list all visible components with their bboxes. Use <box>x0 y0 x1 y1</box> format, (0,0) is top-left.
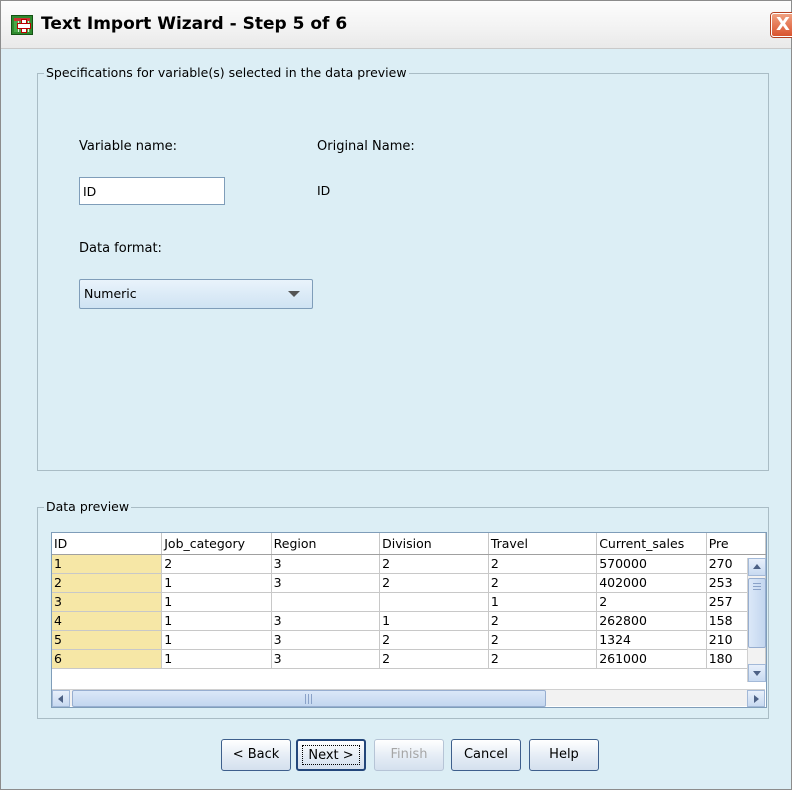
table-cell[interactable]: 2 <box>596 592 707 612</box>
horizontal-scroll-thumb[interactable] <box>72 690 546 707</box>
table-header-row: ID Job_category Region Division Travel C… <box>52 533 766 555</box>
variable-name-input[interactable] <box>79 177 225 205</box>
specifications-group: Specifications for variable(s) selected … <box>37 65 769 471</box>
original-name-label: Original Name: <box>317 139 415 154</box>
table-cell[interactable]: 1 <box>161 630 272 650</box>
data-preview-table: ID Job_category Region Division Travel C… <box>52 533 766 669</box>
scroll-left-button[interactable] <box>52 690 70 707</box>
table-cell[interactable]: 1 <box>161 649 272 669</box>
table-cell[interactable]: 3 <box>271 554 381 574</box>
column-header[interactable]: ID <box>52 533 163 555</box>
table-cell[interactable]: 570000 <box>596 554 707 574</box>
table-cell[interactable]: 1 <box>379 611 489 631</box>
table-cell[interactable]: 2 <box>379 554 489 574</box>
original-name-value: ID <box>317 183 331 198</box>
data-format-value: Numeric <box>84 286 137 301</box>
spss-data-icon <box>11 15 33 35</box>
table-row: 4 1 3 1 2 262800 158 <box>52 611 766 631</box>
focus-ring <box>302 745 360 765</box>
close-icon: X <box>776 14 790 35</box>
table-cell[interactable]: 3 <box>271 630 381 650</box>
data-format-select[interactable]: Numeric <box>79 279 313 309</box>
column-header[interactable]: Pre <box>706 533 766 555</box>
table-cell[interactable]: 2 <box>161 554 272 574</box>
table-cell[interactable]: 262800 <box>596 611 707 631</box>
table-cell[interactable]: 3 <box>271 611 381 631</box>
scroll-right-button[interactable] <box>747 690 765 707</box>
table-cell[interactable]: 3 <box>271 573 381 593</box>
table-cell[interactable]: 2 <box>488 611 598 631</box>
window-title: Text Import Wizard - Step 5 of 6 <box>41 14 348 34</box>
scroll-up-button[interactable] <box>748 558 766 576</box>
column-header[interactable]: Region <box>271 533 381 555</box>
title-bar[interactable]: Text Import Wizard - Step 5 of 6 X <box>1 1 792 49</box>
table-cell[interactable]: 1 <box>161 573 272 593</box>
table-cell[interactable]: 2 <box>379 573 489 593</box>
table-cell[interactable]: 3 <box>271 649 381 669</box>
table-cell[interactable]: 2 <box>379 630 489 650</box>
text-import-wizard-window: Text Import Wizard - Step 5 of 6 X Speci… <box>0 0 792 790</box>
arrow-up-icon <box>753 564 761 569</box>
table-cell[interactable]: 1 <box>161 611 272 631</box>
table-cell[interactable]: 2 <box>379 649 489 669</box>
scroll-down-button[interactable] <box>748 664 766 682</box>
arrow-right-icon <box>754 695 759 703</box>
horizontal-scrollbar[interactable] <box>52 689 765 707</box>
next-button[interactable]: Next > <box>296 739 366 771</box>
table-cell[interactable]: 1 <box>52 554 163 574</box>
specifications-legend: Specifications for variable(s) selected … <box>44 65 409 80</box>
grip-icon <box>753 583 761 591</box>
table-row: 5 1 3 2 2 1324 210 <box>52 630 766 650</box>
table-row: 3 1 1 2 257 <box>52 592 766 612</box>
table-cell[interactable]: 261000 <box>596 649 707 669</box>
table-cell[interactable] <box>271 592 381 612</box>
column-header[interactable]: Current_sales <box>596 533 707 555</box>
cancel-button[interactable]: Cancel <box>451 739 521 771</box>
column-header[interactable]: Travel <box>488 533 598 555</box>
column-header[interactable]: Division <box>379 533 489 555</box>
vertical-scrollbar[interactable] <box>747 558 766 682</box>
finish-button[interactable]: Finish <box>374 739 444 771</box>
help-button[interactable]: Help <box>529 739 599 771</box>
table-cell[interactable]: 1 <box>488 592 598 612</box>
arrow-left-icon <box>58 695 63 703</box>
table-cell[interactable] <box>379 592 489 612</box>
vertical-scroll-thumb[interactable] <box>748 578 766 648</box>
table-cell[interactable]: 4 <box>52 611 163 631</box>
data-preview-grid[interactable]: ID Job_category Region Division Travel C… <box>51 532 767 708</box>
column-header[interactable]: Job_category <box>161 533 272 555</box>
variable-name-label: Variable name: <box>79 139 178 154</box>
table-cell[interactable]: 6 <box>52 649 163 669</box>
chevron-down-icon <box>288 291 300 297</box>
table-row: 6 1 3 2 2 261000 180 <box>52 649 766 669</box>
table-row: 2 1 3 2 2 402000 253 <box>52 573 766 593</box>
table-cell[interactable]: 2 <box>52 573 163 593</box>
table-cell[interactable]: 2 <box>488 554 598 574</box>
close-button[interactable]: X <box>771 13 792 37</box>
table-cell[interactable]: 2 <box>488 630 598 650</box>
arrow-down-icon <box>753 671 761 676</box>
table-cell[interactable]: 3 <box>52 592 163 612</box>
table-cell[interactable]: 402000 <box>596 573 707 593</box>
table-cell[interactable]: 2 <box>488 649 598 669</box>
back-button[interactable]: < Back <box>221 739 291 771</box>
table-cell[interactable]: 5 <box>52 630 163 650</box>
data-format-label: Data format: <box>79 241 162 256</box>
table-cell[interactable]: 1324 <box>596 630 707 650</box>
data-preview-legend: Data preview <box>44 499 132 514</box>
grip-icon <box>305 694 313 704</box>
table-cell[interactable]: 2 <box>488 573 598 593</box>
table-row: 1 2 3 2 2 570000 270 <box>52 554 766 574</box>
table-cell[interactable]: 1 <box>161 592 272 612</box>
